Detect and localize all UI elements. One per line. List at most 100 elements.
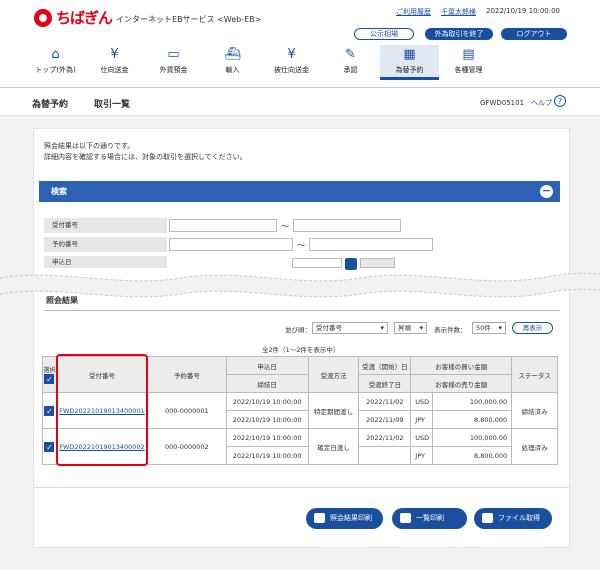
sell-amt-cell: 8,800,000 xyxy=(432,410,513,429)
sell-ccy-cell: JPY xyxy=(410,410,434,429)
collapse-icon[interactable]: − xyxy=(540,185,553,198)
highlight-box xyxy=(56,354,148,466)
nav-approve-label: 承認 xyxy=(343,66,358,74)
finish-date-header[interactable]: 締結日 xyxy=(225,374,309,393)
row-select-cell: ✓ xyxy=(42,428,57,465)
header-links: ご利用履歴 千葉太郎様 2022/10/19 10:00:00 xyxy=(396,7,560,17)
redisplay-button[interactable]: 再表示 xyxy=(512,322,553,334)
page-section: 為替予約 xyxy=(32,100,69,110)
printer-icon xyxy=(314,513,325,523)
file-get-button[interactable]: ファイル取得 xyxy=(474,508,552,529)
sell-amt-cell: 8,800,000 xyxy=(432,446,513,465)
delivery-method-cell: 確定日渡し xyxy=(307,428,360,465)
receipt-range-sep: 〜 xyxy=(281,222,289,231)
order-select[interactable]: 昇順 xyxy=(394,322,427,334)
status-cell: 締結済み xyxy=(511,392,558,429)
card-divider xyxy=(33,487,570,488)
nav-fx-reserve-label: 為替予約 xyxy=(395,66,424,74)
help-link[interactable]: ヘルプ xyxy=(531,98,552,108)
reserve-no-to-input[interactable] xyxy=(309,238,433,251)
reserve-no-from-input[interactable] xyxy=(169,238,293,251)
login-datetime: 2022/10/19 10:00:00 xyxy=(486,7,561,15)
receipt-no-from-input[interactable] xyxy=(169,219,277,232)
screen-id: GFWD05101 xyxy=(480,99,525,107)
delivery-end-header[interactable]: 受渡終了日 xyxy=(358,374,412,393)
fx-end-button[interactable]: 外為取引を終了 xyxy=(425,28,493,40)
nav-manage-label: 各種管理 xyxy=(454,66,483,74)
search-panel-header[interactable]: 検索 − xyxy=(39,181,560,202)
reserve-no-cell: 000-0000002 xyxy=(146,428,227,465)
receipt-no-to-input[interactable] xyxy=(293,219,401,232)
sell-amount-header: お客様の売り金額 xyxy=(410,374,513,393)
torn-edge-divider xyxy=(0,272,600,298)
buy-ccy-cell: USD xyxy=(410,428,434,447)
nav-import-label: 輸入 xyxy=(225,66,240,74)
page-title: 取引一覧 xyxy=(94,100,131,110)
nav-outward-label: 仕向送金 xyxy=(100,66,129,74)
nav-inward[interactable]: ¥ 被仕向送金 xyxy=(262,45,321,80)
status-header: ステータス xyxy=(511,356,558,393)
apply-date-header[interactable]: 申込日 xyxy=(225,356,309,375)
nav-approve[interactable]: ✎ 承認 xyxy=(321,45,380,80)
nav-deposit[interactable]: ▭ 外貨預金 xyxy=(144,45,203,80)
buy-ccy-cell: USD xyxy=(410,392,434,411)
receipt-no-label: 受付番号 xyxy=(44,218,167,233)
nav-top[interactable]: ⌂ トップ(外為) xyxy=(26,45,85,80)
manage-icon: ▤ xyxy=(462,47,475,62)
nav-import[interactable]: ⛴ 輸入 xyxy=(203,45,262,80)
nav-top-label: トップ(外為) xyxy=(35,66,76,74)
bank-name: ちばぎん xyxy=(56,9,113,27)
row-select-cell: ✓ xyxy=(42,392,57,429)
nav-outward[interactable]: ¥ 仕向送金 xyxy=(85,45,144,80)
last-use-link[interactable]: ご利用履歴 xyxy=(396,7,431,17)
bank-logo-icon xyxy=(34,8,52,27)
finish-date-cell: 2022/10/19 10:00:00 xyxy=(225,410,309,429)
import-icon: ⛴ xyxy=(224,47,241,62)
row-checkbox[interactable]: ✓ xyxy=(44,441,55,452)
intro-line-2: 詳細内容を確認する場合には、対象の取引を選択してください。 xyxy=(44,153,247,161)
sort-label: 並び順： xyxy=(285,326,311,334)
bank-logo: ちばぎん インターネットEBサービス <Web-EB> xyxy=(34,7,261,28)
approve-icon: ✎ xyxy=(345,47,356,62)
logout-button[interactable]: ログアウト xyxy=(501,28,567,40)
sell-ccy-cell: JPY xyxy=(410,446,434,465)
file-download-icon xyxy=(482,513,493,523)
delivery-end-cell xyxy=(358,446,412,465)
buy-amount-header: お客様の買い金額 xyxy=(410,356,513,375)
select-all-checkbox[interactable]: ✓ xyxy=(44,374,55,384)
main-nav: ⌂ トップ(外為) ¥ 仕向送金 ▭ 外貨預金 ⛴ 輸入 ¥ 被仕向送金 ✎ 承認 ▦ 為替予… xyxy=(26,45,498,80)
header: ちばぎん インターネットEBサービス <Web-EB> ご利用履歴 千葉太郎様 … xyxy=(0,0,600,88)
nav-fx-reserve[interactable]: ▦ 為替予約 xyxy=(380,45,439,80)
delivery-start-cell: 2022/11/02 xyxy=(358,428,412,447)
nav-deposit-label: 外貨預金 xyxy=(159,66,188,74)
per-page-select[interactable]: 50件 xyxy=(472,322,506,334)
sort-select[interactable]: 受付番号 xyxy=(312,322,388,334)
print-results-button[interactable]: 照会結果印刷 xyxy=(306,508,383,529)
delivery-end-cell: 2022/11/09 xyxy=(358,410,412,429)
status-cell: 処理済み xyxy=(511,428,558,465)
home-icon: ⌂ xyxy=(51,47,60,62)
row-checkbox[interactable]: ✓ xyxy=(44,405,55,416)
reserve-no-cell: 000-0000001 xyxy=(146,392,227,429)
public-rate-button[interactable]: 公示相場 xyxy=(354,28,414,40)
help-icon[interactable]: ? xyxy=(554,95,566,107)
results-divider xyxy=(44,310,560,311)
buy-amt-cell: 100,000.00 xyxy=(432,428,513,447)
delivery-method-header: 受渡方法 xyxy=(307,356,360,393)
print-results-label: 照会結果印刷 xyxy=(330,514,372,522)
delivery-start-cell: 2022/11/02 xyxy=(358,392,412,411)
buy-amt-cell: 100,000.00 xyxy=(432,392,513,411)
search-title: 検索 xyxy=(51,187,67,196)
apply-date-cell: 2022/10/19 10:00:00 xyxy=(225,428,309,447)
user-name-link[interactable]: 千葉太郎様 xyxy=(441,7,476,17)
yen-receive-icon: ¥ xyxy=(287,47,296,62)
per-page-label: 表示件数： xyxy=(434,326,467,334)
nav-manage[interactable]: ▤ 各種管理 xyxy=(439,45,498,80)
file-get-label: ファイル取得 xyxy=(498,514,540,522)
delivery-start-header[interactable]: 受渡（開始）日 xyxy=(358,356,412,375)
printer-icon xyxy=(400,513,411,523)
print-list-button[interactable]: 一覧印刷 xyxy=(392,508,467,529)
reserve-no-header[interactable]: 予約番号 xyxy=(146,356,227,393)
finish-date-cell: 2022/10/19 10:00:00 xyxy=(225,446,309,465)
reserve-no-label: 予約番号 xyxy=(44,237,167,252)
